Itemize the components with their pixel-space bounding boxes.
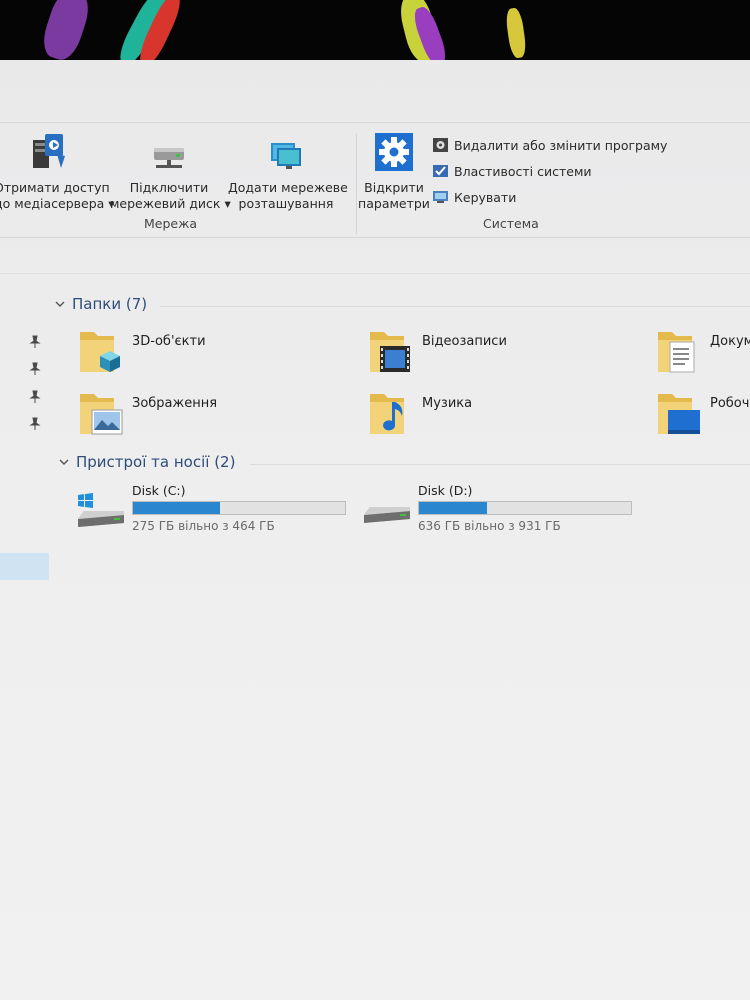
open-settings-button[interactable]: Відкрити параметри bbox=[358, 132, 430, 212]
desktop-wallpaper bbox=[0, 0, 750, 64]
media-server-icon bbox=[33, 134, 65, 168]
ribbon-group-separator bbox=[356, 134, 357, 234]
drive-name: Disk (D:) bbox=[418, 483, 473, 498]
media-server-label-2: до медіасервера ▾ bbox=[0, 196, 115, 211]
map-network-drive-label-1: Підключити bbox=[129, 180, 209, 195]
folder-label: Музика bbox=[422, 396, 473, 411]
map-network-drive-button[interactable]: Підключити мережевий диск ▾ bbox=[110, 140, 231, 212]
map-network-drive-label-2: мережевий диск ▾ bbox=[110, 196, 231, 211]
folder-desktop[interactable]: Робочи bbox=[656, 390, 750, 438]
folder-videos[interactable]: Відеозаписи bbox=[368, 328, 507, 376]
drive-name: Disk (C:) bbox=[132, 483, 186, 498]
desktop-folder-icon bbox=[658, 394, 700, 434]
folders-section-rule bbox=[160, 306, 750, 307]
ribbon-bottom-border bbox=[0, 237, 750, 238]
folder-label: Робочи bbox=[710, 396, 750, 411]
manage-label: Керувати bbox=[454, 189, 517, 205]
folders-section-title: Папки (7) bbox=[72, 295, 148, 313]
manage-item[interactable]: Керувати bbox=[432, 187, 516, 207]
drive-usage-bar bbox=[418, 501, 632, 515]
manage-icon bbox=[433, 191, 448, 203]
drive-c[interactable]: Disk (C:) 275 ГБ вільно з 464 ГБ bbox=[76, 483, 346, 533]
navigation-pane-selected-item[interactable] bbox=[0, 553, 49, 580]
add-network-location-button[interactable]: Додати мережеве розташування bbox=[228, 140, 348, 212]
pin-icon[interactable] bbox=[28, 390, 42, 404]
chevron-down-icon bbox=[59, 459, 69, 465]
drive-free-space: 275 ГБ вільно з 464 ГБ bbox=[132, 519, 275, 533]
folder-label: 3D-об'єкти bbox=[132, 334, 206, 349]
system-properties-icon bbox=[433, 165, 448, 177]
uninstall-program-item[interactable]: Видалити або змінити програму bbox=[432, 135, 667, 155]
network-drive-icon bbox=[154, 148, 184, 168]
network-group-label: Мережа bbox=[144, 216, 198, 231]
folder-label: Відеозаписи bbox=[422, 334, 507, 349]
devices-section-header[interactable]: Пристрої та носії (2) bbox=[58, 453, 235, 471]
system-properties-item[interactable]: Властивості системи bbox=[432, 161, 592, 181]
drive-d[interactable]: Disk (D:) 636 ГБ вільно з 931 ГБ bbox=[362, 483, 632, 533]
open-settings-label-1: Відкрити bbox=[364, 180, 424, 195]
drive-info: Disk (D:) 636 ГБ вільно з 931 ГБ bbox=[418, 483, 632, 533]
pin-icon[interactable] bbox=[28, 335, 42, 349]
network-location-icon bbox=[271, 143, 301, 169]
pin-icon[interactable] bbox=[28, 362, 42, 376]
add-network-location-label-1: Додати мережеве bbox=[228, 180, 348, 195]
uninstall-icon bbox=[433, 138, 448, 152]
drive-usage-fill bbox=[133, 502, 220, 514]
folder-documents[interactable]: Докум bbox=[656, 328, 750, 376]
add-network-location-label-2: розташування bbox=[238, 196, 334, 211]
system-properties-label: Властивості системи bbox=[454, 163, 592, 179]
gear-icon bbox=[375, 133, 413, 171]
pin-icon[interactable] bbox=[28, 417, 42, 431]
system-group-label: Система bbox=[483, 216, 539, 231]
drive-usage-fill bbox=[419, 502, 487, 514]
3d-objects-folder-icon bbox=[80, 332, 120, 372]
drive-info: Disk (C:) 275 ГБ вільно з 464 ГБ bbox=[132, 483, 346, 533]
windows-drive-icon bbox=[78, 493, 124, 527]
folders-section-header[interactable]: Папки (7) bbox=[54, 295, 147, 313]
folder-label: Зображення bbox=[132, 396, 218, 411]
open-settings-label-2: параметри bbox=[358, 196, 430, 211]
uninstall-program-label: Видалити або змінити програму bbox=[454, 137, 668, 153]
folder-3d-objects[interactable]: 3D-об'єкти bbox=[78, 328, 206, 376]
folder-pictures[interactable]: Зображення bbox=[78, 390, 217, 438]
videos-folder-icon bbox=[370, 332, 410, 372]
devices-section-rule bbox=[250, 464, 750, 465]
pictures-folder-icon bbox=[80, 394, 123, 435]
documents-folder-icon bbox=[658, 332, 695, 373]
hard-drive-icon bbox=[364, 507, 410, 523]
folder-music[interactable]: Музика bbox=[368, 390, 472, 438]
chevron-down-icon bbox=[55, 301, 65, 307]
address-bar-divider bbox=[0, 273, 750, 274]
ribbon: Отримати доступ до медіасервера ▾ Підклю… bbox=[0, 60, 750, 238]
devices-section-title: Пристрої та носії (2) bbox=[76, 453, 236, 471]
ribbon-tab-divider bbox=[0, 122, 750, 123]
media-server-label-1: Отримати доступ bbox=[0, 180, 110, 195]
media-server-button[interactable]: Отримати доступ до медіасервера ▾ bbox=[0, 132, 115, 212]
drive-free-space: 636 ГБ вільно з 931 ГБ bbox=[418, 519, 561, 533]
file-explorer-window: Отримати доступ до медіасервера ▾ Підклю… bbox=[0, 60, 750, 1000]
music-folder-icon bbox=[370, 394, 404, 434]
folder-label: Докум bbox=[710, 334, 750, 349]
drive-usage-bar bbox=[132, 501, 346, 515]
